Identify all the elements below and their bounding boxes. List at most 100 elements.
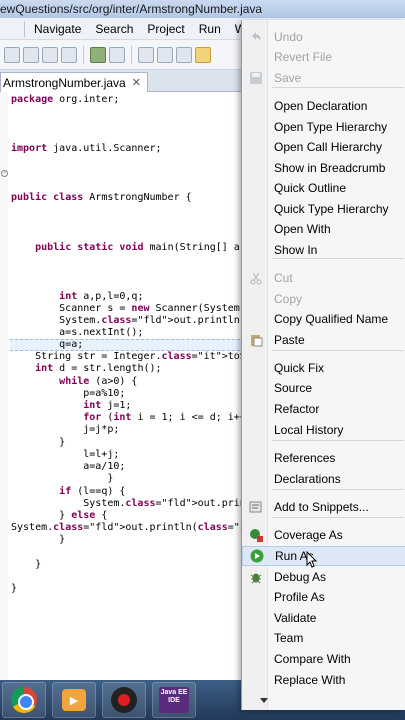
menu-separator	[272, 440, 404, 441]
menu-item-label: Refactor	[274, 402, 320, 416]
menu-navigate[interactable]: Navigate	[27, 18, 88, 40]
stop-icon[interactable]	[23, 46, 39, 63]
back-icon[interactable]	[4, 46, 20, 63]
code-line: j=j*p;	[11, 424, 120, 435]
toolbar-separator	[131, 45, 132, 64]
code-line: int a,p,l=0,q;	[59, 291, 144, 302]
code-line: }	[11, 583, 18, 594]
menu-item-team[interactable]: Team	[242, 628, 405, 648]
menu-item-coverage-as[interactable]: Coverage As	[242, 525, 405, 545]
menu-item-label: Quick Type Hierarchy	[274, 202, 389, 216]
fold-toggle-icon[interactable]: −	[1, 170, 8, 177]
tab-armstrong-number[interactable]: ArmstrongNumber.java ✕	[0, 72, 148, 92]
code-line: q=a;	[11, 339, 84, 350]
taskbar-java-ee-ide[interactable]: Java EE IDE	[152, 682, 196, 718]
java-ee-ide-icon: Java EE IDE	[159, 687, 189, 713]
open-type-icon[interactable]	[157, 46, 173, 63]
code-line: if (l==q) {	[59, 486, 126, 497]
menu-item-cut[interactable]: Cut	[242, 268, 405, 288]
menu-item-label: Validate	[274, 611, 317, 625]
menu-project[interactable]: Project	[140, 18, 191, 40]
menu-overflow-icon[interactable]	[2, 20, 20, 38]
menu-item-quick-type-hierarchy[interactable]: Quick Type Hierarchy	[242, 199, 405, 219]
code-line: package org.inter;	[11, 94, 120, 105]
menu-item-replace-with[interactable]: Replace With	[242, 670, 405, 690]
menu-item-revert-file[interactable]: Revert File	[242, 47, 405, 67]
code-line: public static void main(String[] args	[35, 242, 258, 253]
menu-item-show-in-breadcrumb[interactable]: Show in Breadcrumb	[242, 158, 405, 178]
menu-item-label: Cut	[274, 271, 293, 285]
menu-item-copy-qualified-name[interactable]: Copy Qualified Name	[242, 309, 405, 329]
menu-item-label: Copy Qualified Name	[274, 312, 389, 326]
menu-item-source[interactable]: Source	[242, 378, 405, 398]
code-line: } else {	[11, 510, 108, 521]
menu-item-declarations[interactable]: Declarations	[242, 469, 405, 489]
menu-item-label: Add to Snippets...	[274, 500, 369, 514]
menu-item-label: Replace With	[274, 673, 346, 687]
menu-item-local-history[interactable]: Local History	[242, 420, 405, 440]
media-player-icon: ▶	[62, 689, 86, 711]
skip-breakpoints-icon[interactable]	[109, 46, 125, 63]
scissors-icon	[249, 271, 263, 285]
taskbar-chrome[interactable]	[2, 682, 46, 718]
menu-item-label: Open With	[274, 222, 331, 236]
run-icon	[250, 549, 264, 563]
toolbar-separator	[83, 45, 84, 64]
code-line: a=s.nextInt();	[11, 327, 144, 338]
menu-item-validate[interactable]: Validate	[242, 608, 405, 628]
menu-item-open-with[interactable]: Open With	[242, 219, 405, 239]
menu-item-copy[interactable]: Copy	[242, 289, 405, 309]
menu-item-save[interactable]: Save	[242, 68, 405, 88]
menu-item-paste[interactable]: Paste	[242, 330, 405, 350]
chevron-down-icon[interactable]	[260, 698, 268, 703]
sync-icon[interactable]	[61, 46, 77, 63]
menu-item-show-in[interactable]: Show In	[242, 240, 405, 260]
menu-item-open-call-hierarchy[interactable]: Open Call Hierarchy	[242, 137, 405, 157]
menu-search[interactable]: Search	[88, 18, 140, 40]
menu-separator	[272, 350, 404, 351]
menu-item-undo[interactable]: Undo	[242, 27, 405, 47]
edit-pen-icon[interactable]	[195, 46, 211, 63]
code-line: a=a/10;	[11, 461, 126, 472]
menu-item-run-as[interactable]: Run As	[242, 546, 405, 566]
menu-item-label: Team	[274, 631, 304, 645]
menu-item-quick-outline[interactable]: Quick Outline	[242, 178, 405, 198]
menu-item-label: Copy	[274, 292, 303, 306]
menu-item-refactor[interactable]: Refactor	[242, 399, 405, 419]
chrome-icon	[11, 687, 37, 713]
bug-icon	[249, 570, 263, 584]
menu-item-debug-as[interactable]: Debug As	[242, 567, 405, 587]
code-line: Scanner s = new Scanner(System.in	[11, 303, 258, 314]
search-icon[interactable]	[176, 46, 192, 63]
code-line: l=l+j;	[11, 449, 120, 460]
save-all-icon[interactable]	[42, 46, 58, 63]
code-line: p=a%10;	[11, 388, 126, 399]
menu-item-label: Quick Fix	[274, 361, 325, 375]
menu-item-add-to-snippets[interactable]: Add to Snippets...	[242, 497, 405, 517]
taskbar-recorder[interactable]	[102, 682, 146, 718]
menu-item-label: Quick Outline	[274, 181, 347, 195]
menu-item-label: Undo	[274, 30, 303, 44]
context-menu: Undo Revert File Save Open Declaration Open …	[241, 20, 405, 710]
menu-item-open-declaration[interactable]: Open Declaration	[242, 96, 405, 116]
menu-item-profile-as[interactable]: Profile As	[242, 587, 405, 607]
menu-item-open-type-hierarchy[interactable]: Open Type Hierarchy	[242, 117, 405, 137]
menu-item-label: References	[274, 451, 336, 465]
code-line: }	[11, 473, 114, 484]
menu-item-label: Show in Breadcrumb	[274, 161, 386, 175]
code-line: }	[11, 437, 66, 448]
menu-item-label: Paste	[274, 333, 305, 347]
taskbar-media-player[interactable]: ▶	[52, 682, 96, 718]
menu-item-quick-fix[interactable]: Quick Fix	[242, 358, 405, 378]
menu-item-label: Show In	[274, 243, 318, 257]
save-icon	[249, 71, 263, 85]
debug-icon[interactable]	[90, 46, 106, 63]
menu-item-compare-with[interactable]: Compare With	[242, 649, 405, 669]
new-java-class-icon[interactable]	[138, 46, 154, 63]
menu-item-label: Declarations	[274, 472, 341, 486]
close-icon[interactable]: ✕	[132, 74, 141, 92]
menu-run[interactable]: Run	[192, 18, 228, 40]
menu-item-references[interactable]: References	[242, 448, 405, 468]
